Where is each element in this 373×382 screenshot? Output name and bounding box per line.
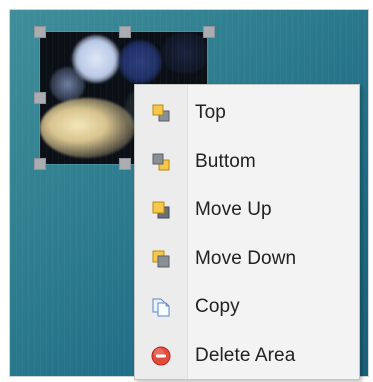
menu-item-delete-area[interactable]: Delete Area [135,332,359,381]
menu-item-label: Top [195,102,226,124]
image-bokeh [40,98,135,158]
menu-item-top[interactable]: Top [135,89,359,138]
bring-to-front-icon [150,102,172,124]
menu-item-label: Copy [195,296,240,318]
image-bokeh [160,32,207,74]
resize-handle-top[interactable] [119,26,131,38]
context-menu: Top Buttom Move Up Move Down Copy Delete… [134,84,360,380]
resize-handle-left[interactable] [34,92,46,104]
send-to-back-icon [150,151,172,173]
resize-handle-bottom-left[interactable] [34,158,46,170]
menu-item-move-down[interactable]: Move Down [135,235,359,284]
menu-item-copy[interactable]: Copy [135,283,359,332]
image-bokeh [118,40,162,84]
move-down-icon [150,248,172,270]
menu-item-label: Delete Area [195,344,296,366]
move-up-icon [150,199,172,221]
menu-item-label: Buttom [195,150,256,172]
menu-item-bottom[interactable]: Buttom [135,138,359,187]
delete-icon [150,345,172,367]
copy-icon [150,296,172,318]
resize-handle-top-left[interactable] [34,26,46,38]
resize-handle-top-right[interactable] [203,26,215,38]
menu-item-label: Move Up [195,199,272,221]
menu-item-move-up[interactable]: Move Up [135,186,359,235]
menu-item-label: Move Down [195,247,297,269]
image-bokeh [50,67,85,102]
resize-handle-bottom[interactable] [119,158,131,170]
